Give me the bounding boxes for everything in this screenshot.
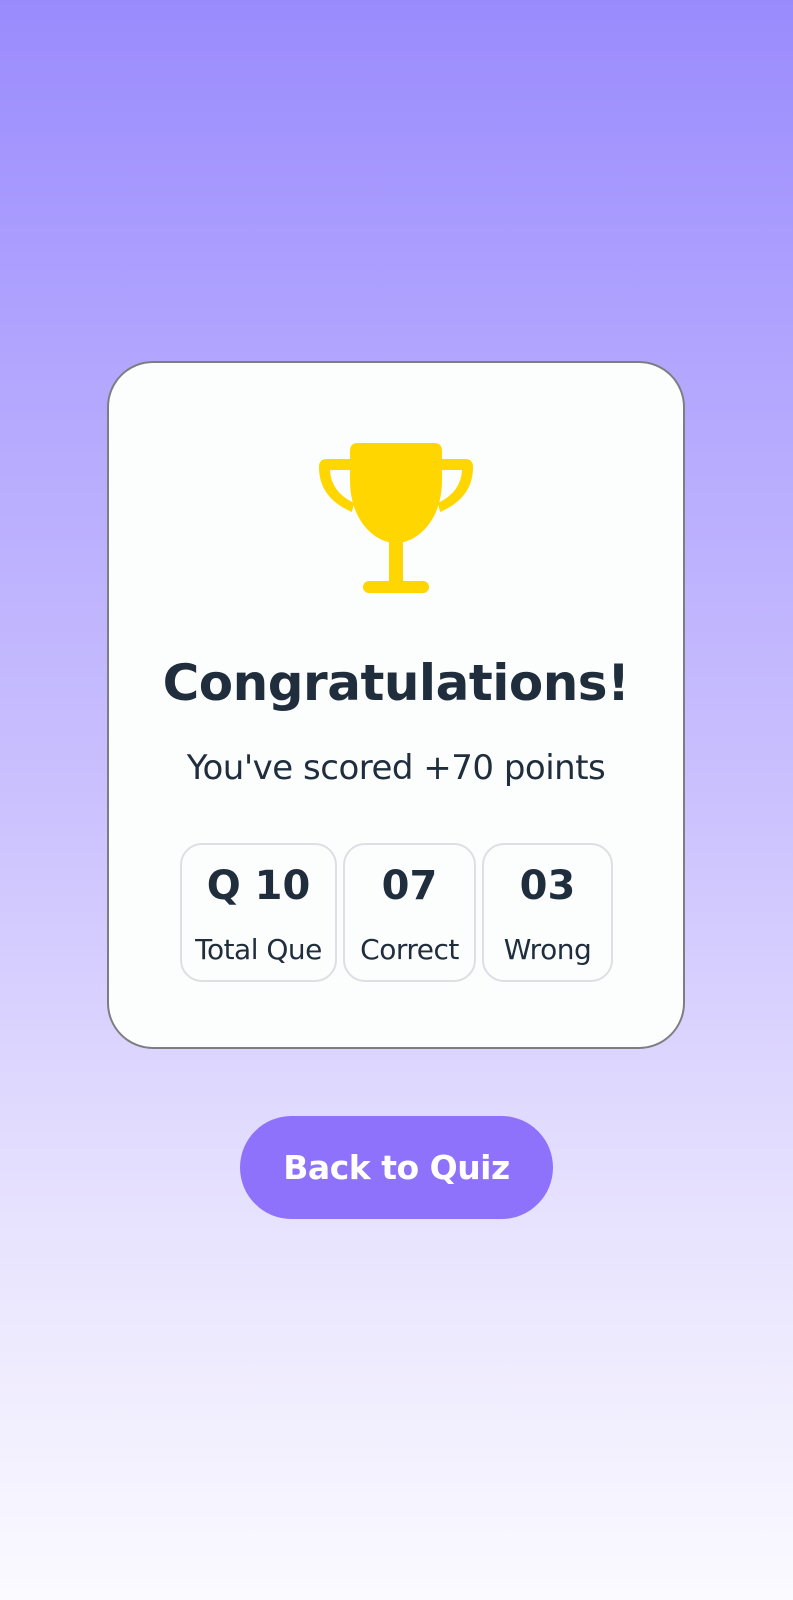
stat-wrong: 03 Wrong xyxy=(482,843,613,982)
stat-total-questions: Q 10 Total Que xyxy=(180,843,337,982)
score-text: You've scored +70 points xyxy=(186,748,606,788)
stat-label: Total Que xyxy=(195,933,322,966)
back-to-quiz-button[interactable]: Back to Quiz xyxy=(240,1116,553,1219)
trophy-icon xyxy=(319,443,473,593)
stat-value: 07 xyxy=(381,863,438,909)
stat-label: Wrong xyxy=(503,933,592,966)
stat-label: Correct xyxy=(360,933,459,966)
stat-correct: 07 Correct xyxy=(343,843,476,982)
stat-value: 03 xyxy=(519,863,576,909)
congratulations-title: Congratulations! xyxy=(162,654,630,712)
stat-value: Q 10 xyxy=(206,863,311,909)
